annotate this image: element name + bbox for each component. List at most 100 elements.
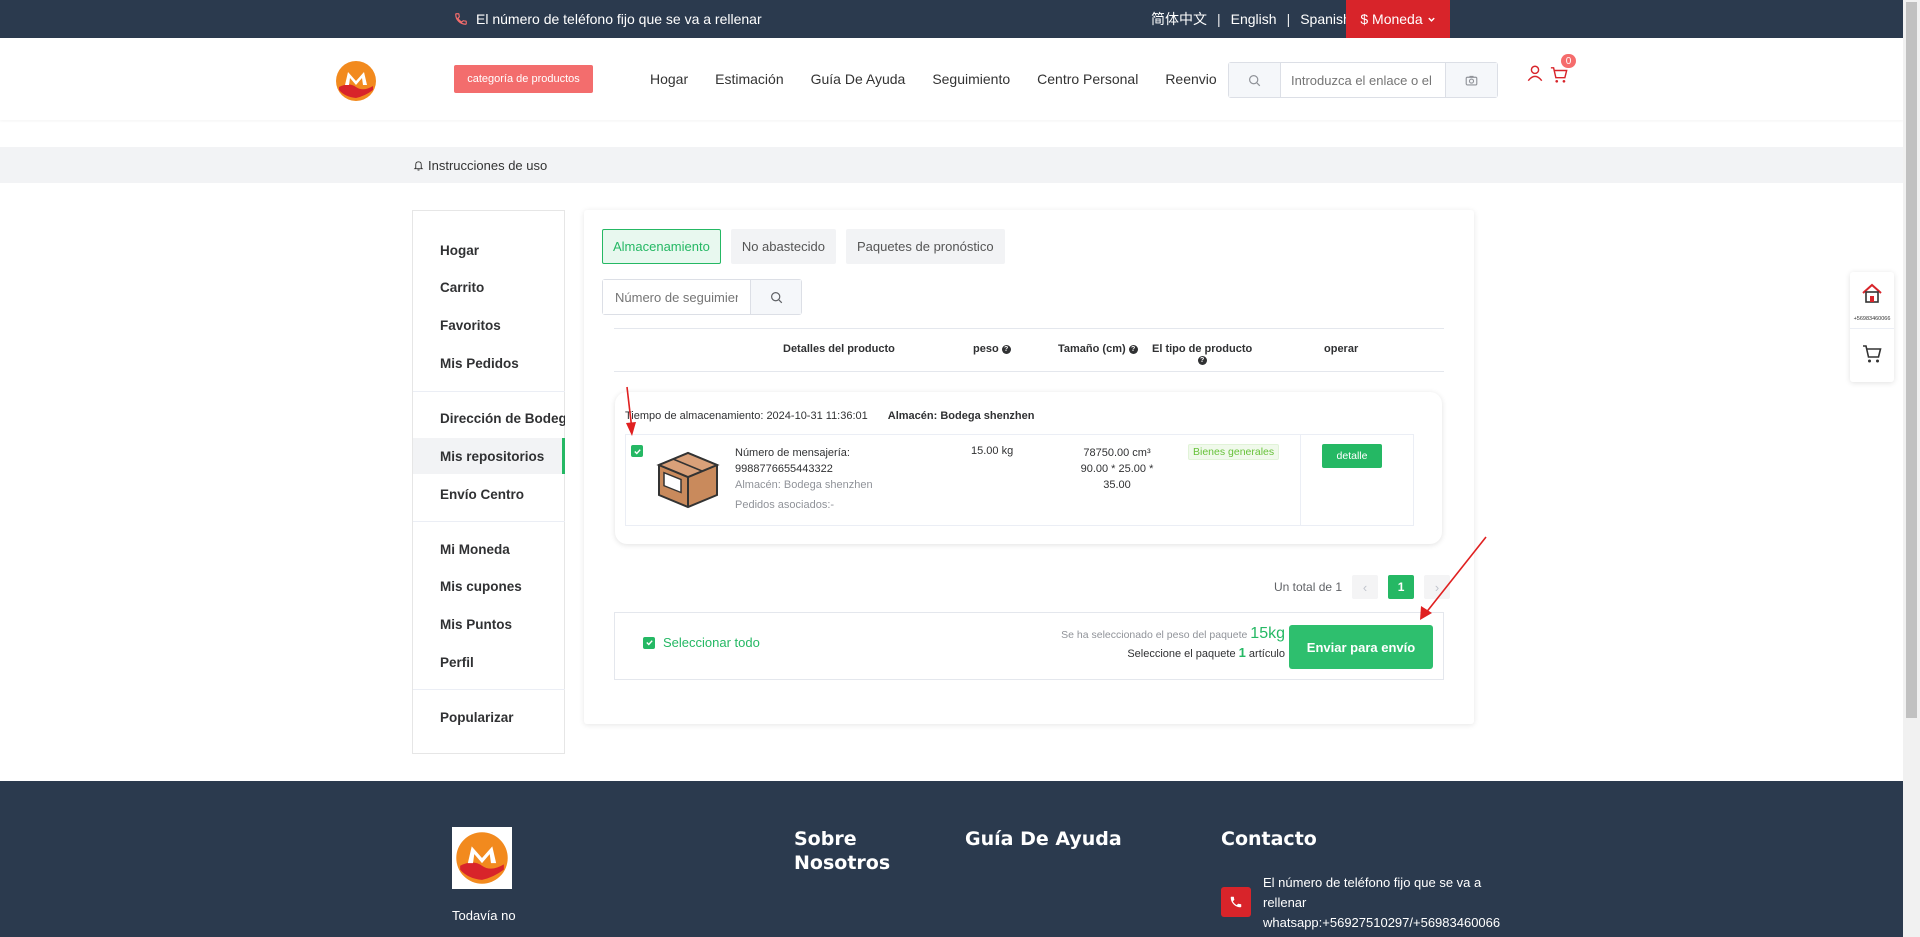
- search-icon: [770, 291, 782, 303]
- product-category-button[interactable]: categoría de productos: [454, 65, 593, 93]
- footer-phone-icon-box: [1221, 887, 1251, 917]
- footer-contact-line2: whatsapp:+56927510297/+56983460066: [1263, 915, 1501, 930]
- sidebar-item-my-repositories[interactable]: Mis repositorios: [413, 438, 565, 474]
- cart-icon[interactable]: [1862, 344, 1882, 364]
- sidebar-item-my-points[interactable]: Mis Puntos: [413, 606, 565, 642]
- footer-contact-line1: El número de teléfono fijo que se va a r…: [1263, 875, 1482, 910]
- next-page-button[interactable]: ›: [1424, 575, 1451, 599]
- package-warehouse-heading: Almacén: Bodega shenzhen: [887, 410, 1035, 422]
- sidebar-divider: [413, 689, 565, 690]
- tab-forecast-packages[interactable]: Paquetes de pronóstico: [845, 229, 1005, 264]
- table-header: Detalles del producto peso? Tamaño (cm)?…: [614, 328, 1444, 372]
- nav-estimate[interactable]: Estimación: [715, 71, 783, 87]
- sidebar-item-my-currency[interactable]: Mi Moneda: [413, 531, 565, 567]
- currency-label: $ Moneda: [1360, 11, 1423, 27]
- camera-icon: [1465, 75, 1478, 86]
- usage-instructions-text: Instrucciones de uso: [428, 157, 548, 173]
- page-scrollbar-thumb[interactable]: [1906, 2, 1917, 718]
- package-info: Número de mensajería: 9988776655443322 A…: [735, 445, 885, 513]
- home-icon[interactable]: [1861, 282, 1883, 304]
- currency-dropdown[interactable]: $ Moneda: [1346, 0, 1450, 38]
- footer-logo[interactable]: [452, 827, 512, 889]
- col-product-type-label: El tipo de producto: [1152, 343, 1253, 355]
- help-icon[interactable]: ?: [1128, 344, 1138, 354]
- selected-count-suffix: artículo: [1248, 648, 1285, 660]
- box-icon: [656, 451, 720, 509]
- selected-count-line: Seleccione el paquete 1 artículo: [1061, 644, 1285, 663]
- sidebar-item-popularize[interactable]: Popularizar: [413, 699, 565, 735]
- footer-help-heading[interactable]: Guía De Ayuda: [965, 827, 1122, 851]
- top-bar: El número de teléfono fijo que se va a r…: [0, 0, 1903, 38]
- tracking-number-input[interactable]: [603, 280, 750, 314]
- col-product-details: Detalles del producto: [783, 343, 895, 355]
- site-footer: Todavía no Sobre Nosotros Guía De Ayuda …: [0, 781, 1903, 937]
- sidebar-item-profile[interactable]: Perfil: [413, 644, 565, 680]
- lang-english[interactable]: English: [1231, 11, 1277, 27]
- package-card-header: Tiempo de almacenamiento: 2024-10-31 11:…: [625, 410, 1034, 422]
- nav-home[interactable]: Hogar: [650, 71, 688, 87]
- phone-icon: [455, 13, 467, 25]
- product-link-input[interactable]: [1281, 63, 1445, 97]
- tracking-number: 9988776655443322: [735, 463, 833, 475]
- associated-orders: Pedidos asociados:-: [735, 499, 835, 511]
- selected-weight-line: Se ha seleccionado el peso del paquete 1…: [1061, 625, 1285, 644]
- search-button[interactable]: [1229, 63, 1281, 97]
- language-switcher: 简体中文 | English | Spanish: [1151, 0, 1351, 38]
- tab-storage[interactable]: Almacenamiento: [602, 229, 721, 264]
- lang-chinese[interactable]: 简体中文: [1151, 9, 1207, 29]
- select-all-checkbox[interactable]: [643, 636, 655, 649]
- user-icon[interactable]: [1526, 64, 1544, 82]
- nav-personal-center[interactable]: Centro Personal: [1037, 71, 1138, 87]
- help-icon[interactable]: ?: [1197, 356, 1207, 365]
- col-weight-label: peso: [973, 343, 999, 355]
- repository-panel: Almacenamiento No abastecido Paquetes de…: [584, 210, 1474, 724]
- sidebar-item-home[interactable]: Hogar: [413, 232, 565, 268]
- tracking-label: Número de mensajería:: [735, 447, 850, 459]
- col-product-type: El tipo de producto?: [1152, 343, 1252, 365]
- page-1-button[interactable]: 1: [1388, 575, 1415, 599]
- prev-page-button[interactable]: ‹: [1352, 575, 1379, 599]
- check-icon: [633, 448, 641, 455]
- footer-contact-heading: Contacto: [1221, 828, 1317, 850]
- nav-forwarding[interactable]: Reenvio: [1165, 71, 1216, 87]
- sidebar-item-my-coupons[interactable]: Mis cupones: [413, 568, 565, 604]
- nav-help-guide[interactable]: Guía De Ayuda: [811, 71, 906, 87]
- product-type-badge: Bienes generales: [1188, 444, 1280, 460]
- image-search-button[interactable]: [1445, 63, 1497, 97]
- sidebar-item-my-orders[interactable]: Mis Pedidos: [413, 345, 565, 381]
- logo-icon[interactable]: [335, 60, 377, 102]
- sidebar-item-cart[interactable]: Carrito: [413, 269, 565, 305]
- sidebar-item-warehouse-address[interactable]: Dirección de Bodega: [413, 400, 565, 436]
- selection-summary: Se ha seleccionado el peso del paquete 1…: [1061, 625, 1285, 663]
- detail-button[interactable]: detalle: [1322, 444, 1382, 468]
- topbar-phone: El número de teléfono fijo que se va a r…: [454, 0, 762, 38]
- sidebar-item-shipping-center[interactable]: Envío Centro: [413, 476, 565, 512]
- nav-tracking[interactable]: Seguimiento: [932, 71, 1010, 87]
- footer-about-heading[interactable]: Sobre Nosotros: [794, 827, 904, 875]
- send-for-shipping-button[interactable]: Enviar para envío: [1289, 625, 1433, 669]
- col-product-details-label: Detalles del producto: [783, 343, 895, 355]
- select-all[interactable]: Seleccionar todo: [643, 635, 760, 650]
- package-size: 78750.00 cm³ 90.00 * 25.00 * 35.00: [1072, 445, 1162, 493]
- footer-tagline: Todavía no: [452, 908, 516, 923]
- col-operate-label: operar: [1324, 343, 1359, 355]
- cart-icon[interactable]: [1550, 66, 1568, 84]
- storage-tabs: Almacenamiento No abastecido Paquetes de…: [602, 229, 1005, 264]
- package-dimensions: 90.00 * 25.00 * 35.00: [1080, 463, 1154, 491]
- package-checkbox[interactable]: [631, 445, 643, 457]
- usage-instructions-link[interactable]: Instrucciones de uso: [413, 147, 547, 183]
- lang-separator: |: [1217, 11, 1221, 27]
- floating-phone: +56983460066: [1853, 316, 1891, 322]
- main-header: categoría de productos Hogar Estimación …: [0, 38, 1903, 120]
- lang-spanish[interactable]: Spanish: [1300, 11, 1351, 27]
- tracking-search-button[interactable]: [750, 280, 801, 314]
- selected-count-prefix: Seleccione el paquete: [1127, 648, 1236, 660]
- tab-not-stocked[interactable]: No abastecido: [730, 229, 836, 264]
- table-row: Número de mensajería: 9988776655443322 A…: [625, 434, 1414, 526]
- sidebar-divider: [413, 521, 565, 522]
- account-sidebar: Hogar Carrito Favoritos Mis Pedidos Dire…: [412, 210, 565, 754]
- floating-contact-widget: +56983460066: [1850, 272, 1894, 382]
- chevron-down-icon: [1427, 17, 1435, 22]
- help-icon[interactable]: ?: [1001, 344, 1011, 354]
- sidebar-item-favorites[interactable]: Favoritos: [413, 307, 565, 343]
